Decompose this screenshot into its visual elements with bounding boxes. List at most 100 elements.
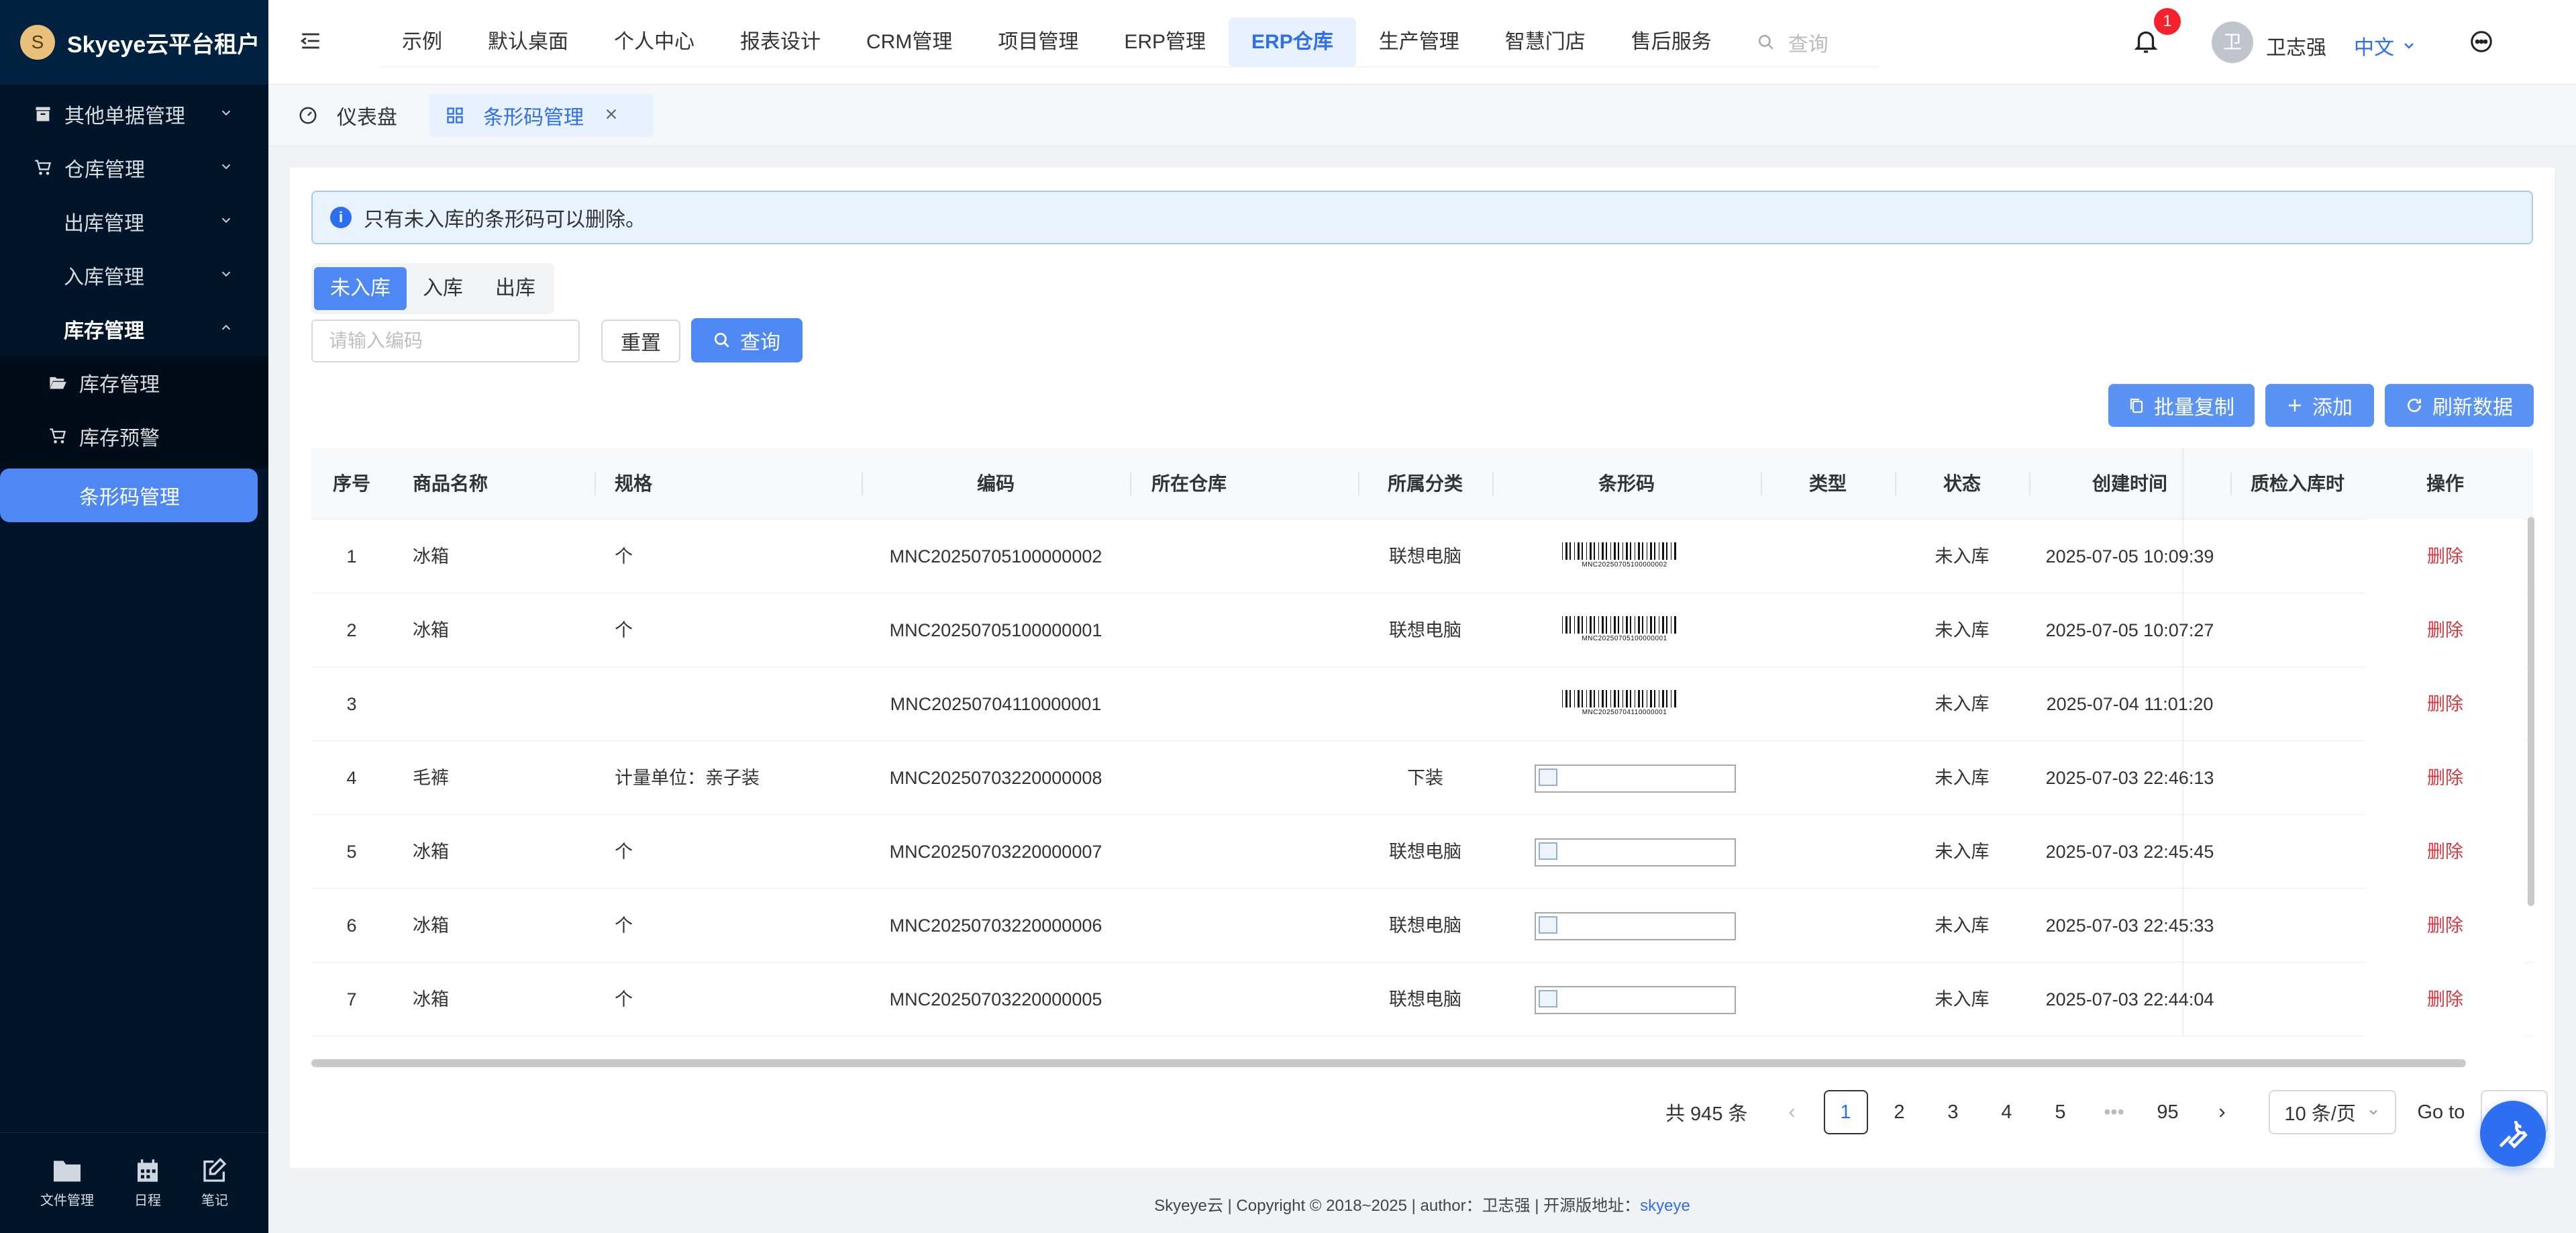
col-index: 序号 bbox=[332, 473, 370, 494]
menu-fold-icon[interactable] bbox=[299, 30, 322, 56]
notes-button[interactable]: 笔记 bbox=[201, 1157, 228, 1209]
close-icon[interactable] bbox=[604, 104, 637, 127]
col-barcode: 条形码 bbox=[1598, 473, 1655, 494]
bell-icon[interactable] bbox=[2134, 28, 2158, 58]
delete-link[interactable]: 删除 bbox=[2365, 593, 2526, 667]
cell-code: MNC20250704110000001 bbox=[890, 694, 1102, 714]
tab-dashboard[interactable]: 仪表盘 bbox=[282, 94, 413, 137]
cell-code: MNC20250703220000005 bbox=[889, 989, 1102, 1009]
nav-search[interactable]: 查询 bbox=[1757, 28, 1878, 57]
table-horizontal-scrollbar[interactable] bbox=[311, 1059, 2466, 1067]
prev-page-button[interactable] bbox=[1770, 1090, 1814, 1134]
chevron-down-icon bbox=[219, 156, 234, 179]
cell-product-name: 冰箱 bbox=[413, 620, 449, 640]
delete-link[interactable]: 删除 bbox=[2365, 889, 2526, 963]
reset-button[interactable]: 重置 bbox=[601, 319, 680, 362]
cell-product-name: 冰箱 bbox=[413, 546, 449, 566]
cell-warehouse bbox=[1130, 815, 1358, 889]
cell-created: 2025-07-03 22:45:33 bbox=[2045, 916, 2214, 936]
page-button-4[interactable]: 4 bbox=[1985, 1090, 2029, 1134]
cell-spec: 个 bbox=[615, 916, 633, 936]
delete-link[interactable]: 删除 bbox=[2365, 520, 2526, 593]
nav-tab-production[interactable]: 生产管理 bbox=[1356, 17, 1482, 67]
cell-warehouse bbox=[1130, 667, 1358, 741]
segment-not-inbound[interactable]: 未入库 bbox=[314, 267, 407, 310]
chat-icon[interactable] bbox=[2469, 30, 2493, 57]
nav-tab-smart-store[interactable]: 智慧门店 bbox=[1482, 17, 1608, 67]
notes-label: 笔记 bbox=[201, 1193, 228, 1208]
segment-inbound[interactable]: 入库 bbox=[407, 267, 479, 310]
nav-tab-erp[interactable]: ERP管理 bbox=[1101, 17, 1229, 67]
sidebar-item-inventory[interactable]: 库存管理 bbox=[0, 356, 268, 409]
cell-category bbox=[1358, 667, 1492, 741]
nav-tab-report-design[interactable]: 报表设计 bbox=[717, 17, 843, 67]
sidebar-item-inventory-group[interactable]: 库存管理 bbox=[0, 302, 268, 356]
broken-image-icon bbox=[1535, 986, 1736, 1014]
page-size-select[interactable]: 10 条/页 bbox=[2268, 1090, 2396, 1134]
tab-label: 条形码管理 bbox=[483, 107, 584, 129]
file-manager-button[interactable]: 文件管理 bbox=[40, 1157, 94, 1209]
sidebar-item-warehouse[interactable]: 仓库管理 bbox=[0, 141, 268, 195]
menu-spacer bbox=[0, 463, 268, 468]
cell-spec bbox=[615, 667, 856, 741]
add-label: 添加 bbox=[2312, 397, 2353, 419]
next-page-button[interactable] bbox=[2200, 1090, 2244, 1134]
language-switch[interactable]: 中文 bbox=[2354, 31, 2417, 60]
cell-code: MNC20250705100000001 bbox=[889, 620, 1102, 640]
col-status: 状态 bbox=[1943, 473, 1981, 494]
user-name[interactable]: 卫志强 bbox=[2266, 31, 2326, 60]
tab-barcode-management[interactable]: 条形码管理 bbox=[429, 94, 654, 137]
note-icon bbox=[203, 1157, 227, 1182]
sidebar-item-barcode[interactable]: 条形码管理 bbox=[0, 468, 258, 522]
app-logo[interactable]: S Skyeye云平台租户 bbox=[0, 0, 268, 85]
nav-tab-project[interactable]: 项目管理 bbox=[975, 17, 1101, 67]
tools-fab-button[interactable] bbox=[2480, 1101, 2546, 1167]
nav-tab-default-desktop[interactable]: 默认桌面 bbox=[465, 17, 591, 67]
cell-created: 2025-07-04 11:01:20 bbox=[2046, 694, 2214, 714]
sidebar-bottom-bar: 文件管理 日程 笔记 bbox=[0, 1132, 268, 1233]
add-button[interactable]: 添加 bbox=[2265, 384, 2374, 427]
refresh-button[interactable]: 刷新数据 bbox=[2385, 384, 2534, 427]
page-button-last[interactable]: 95 bbox=[2146, 1090, 2190, 1134]
cell-type bbox=[1761, 963, 1895, 1036]
delete-link[interactable]: 删除 bbox=[2365, 667, 2526, 741]
barcode-image: MNC20250704110000001 bbox=[1547, 690, 1702, 716]
cell-index: 3 bbox=[346, 694, 357, 714]
calendar-button[interactable]: 日程 bbox=[134, 1157, 161, 1209]
sidebar-item-outbound[interactable]: 出库管理 bbox=[0, 195, 268, 248]
nav-tab-after-sales[interactable]: 售后服务 bbox=[1608, 17, 1735, 67]
footer-link[interactable]: skyeye bbox=[1640, 1197, 1690, 1215]
app-root: S Skyeye云平台租户 其他单据管理 仓库管理 出库管理 入库管理 库存管理… bbox=[0, 0, 2576, 1233]
sidebar-item-other-docs[interactable]: 其他单据管理 bbox=[0, 87, 268, 141]
table-row: 7 冰箱 个 MNC20250703220000005 联想电脑 未入库 2025-07-0… bbox=[311, 963, 2533, 1036]
nav-tab-personal-center[interactable]: 个人中心 bbox=[591, 17, 717, 67]
cell-created: 2025-07-03 22:44:04 bbox=[2045, 989, 2214, 1009]
nav-tab-erp-warehouse[interactable]: ERP仓库 bbox=[1229, 17, 1356, 67]
info-icon: i bbox=[330, 207, 352, 228]
page-button-1[interactable]: 1 bbox=[1823, 1090, 1868, 1134]
delete-link[interactable]: 删除 bbox=[2365, 741, 2526, 815]
query-button[interactable]: 查询 bbox=[691, 318, 803, 362]
delete-link[interactable]: 删除 bbox=[2365, 815, 2526, 889]
delete-link[interactable]: 删除 bbox=[2365, 963, 2526, 1036]
sidebar-item-inbound[interactable]: 入库管理 bbox=[0, 248, 268, 302]
page-ellipsis[interactable]: ••• bbox=[2092, 1090, 2136, 1134]
batch-copy-button[interactable]: 批量复制 bbox=[2108, 384, 2255, 427]
cell-index: 5 bbox=[346, 842, 357, 862]
avatar[interactable]: 卫 bbox=[2212, 21, 2253, 63]
segment-outbound[interactable]: 出库 bbox=[479, 267, 552, 310]
sidebar-item-label: 库存管理 bbox=[64, 320, 144, 342]
sidebar-item-label: 仓库管理 bbox=[64, 159, 145, 181]
copy-icon bbox=[2130, 398, 2143, 413]
page-button-3[interactable]: 3 bbox=[1931, 1090, 1975, 1134]
sidebar-item-stock-alert[interactable]: 库存预警 bbox=[0, 409, 268, 463]
page-button-2[interactable]: 2 bbox=[1877, 1090, 1922, 1134]
top-nav: 示例 默认桌面 个人中心 报表设计 CRM管理 项目管理 ERP管理 ERP仓库… bbox=[379, 17, 1878, 67]
table-vertical-scrollbar[interactable] bbox=[2528, 517, 2534, 906]
refresh-label: 刷新数据 bbox=[2432, 397, 2513, 419]
page-button-5[interactable]: 5 bbox=[2039, 1090, 2083, 1134]
nav-tab-crm[interactable]: CRM管理 bbox=[843, 17, 975, 67]
broken-image-icon bbox=[1535, 765, 1736, 793]
nav-tab-examples[interactable]: 示例 bbox=[379, 17, 465, 67]
code-search-input[interactable] bbox=[311, 319, 580, 362]
